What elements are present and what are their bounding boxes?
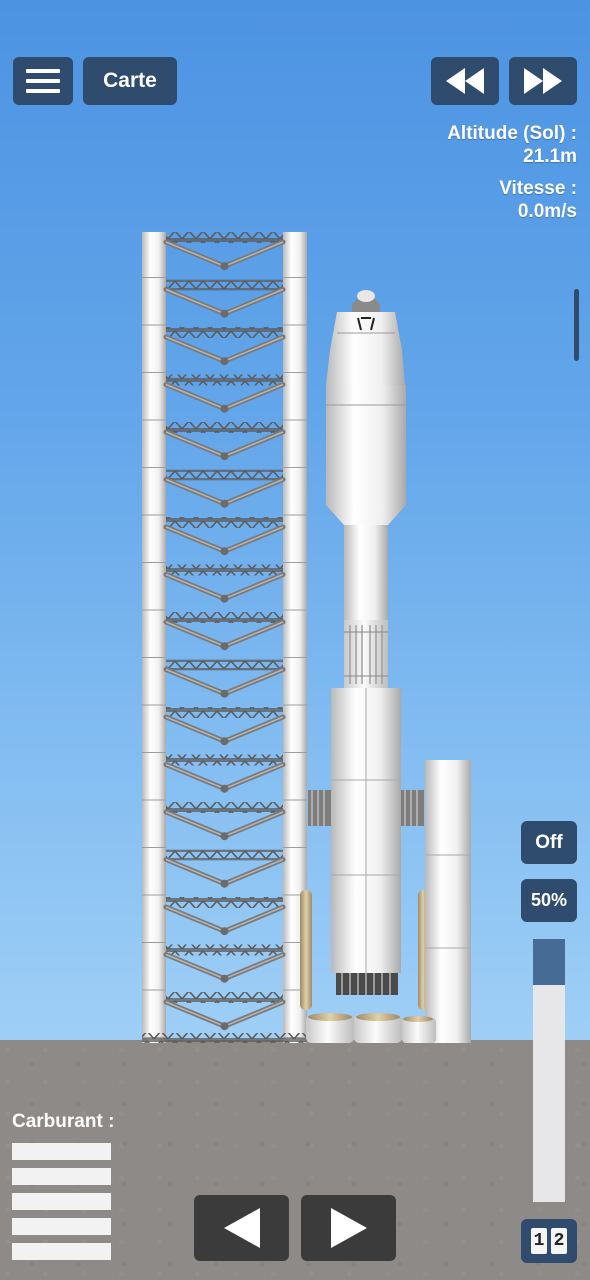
altitude-readout: Altitude (Sol) : 21.1m	[447, 122, 577, 168]
menu-button[interactable]	[13, 57, 73, 105]
stage-selector[interactable]: 1 2	[521, 1219, 577, 1263]
fast-forward-button[interactable]	[509, 57, 577, 105]
speed-readout: Vitesse : 0.0m/s	[499, 177, 577, 223]
arrow-left-icon	[223, 1208, 260, 1248]
fuel-bar	[12, 1193, 111, 1210]
fuel-bar	[12, 1143, 111, 1160]
speed-value: 0.0m/s	[517, 201, 577, 222]
fuel-bar	[12, 1243, 111, 1260]
altitude-label: Altitude (Sol) :	[447, 123, 577, 144]
throttle-percent-label: 50%	[530, 890, 568, 910]
altitude-value: 21.1m	[523, 146, 577, 167]
speed-label: Vitesse :	[499, 178, 577, 199]
next-button[interactable]	[301, 1195, 396, 1261]
rocket	[300, 290, 471, 1043]
map-button[interactable]: Carte	[83, 57, 177, 105]
arrow-right-icon	[330, 1208, 367, 1248]
rewind-icon	[446, 68, 484, 94]
stage-digit: 1	[531, 1228, 547, 1254]
throttle-slider[interactable]	[533, 939, 565, 1202]
rcs-toggle-button[interactable]: Off	[521, 821, 577, 864]
fuel-bar	[12, 1168, 111, 1185]
map-button-label: Carte	[103, 69, 157, 92]
rcs-toggle-label: Off	[535, 831, 563, 853]
zoom-scroll-indicator[interactable]	[574, 289, 579, 361]
hamburger-menu-icon	[26, 69, 60, 93]
stage-digit: 2	[551, 1228, 567, 1254]
throttle-fill	[533, 939, 565, 986]
fuel-bar	[12, 1218, 111, 1235]
previous-button[interactable]	[194, 1195, 289, 1261]
fast-forward-icon	[524, 68, 562, 94]
throttle-percent-button[interactable]: 50%	[521, 879, 577, 922]
fuel-label: Carburant :	[12, 1111, 115, 1132]
rewind-button[interactable]	[431, 57, 499, 105]
launch-tower	[142, 232, 307, 1043]
